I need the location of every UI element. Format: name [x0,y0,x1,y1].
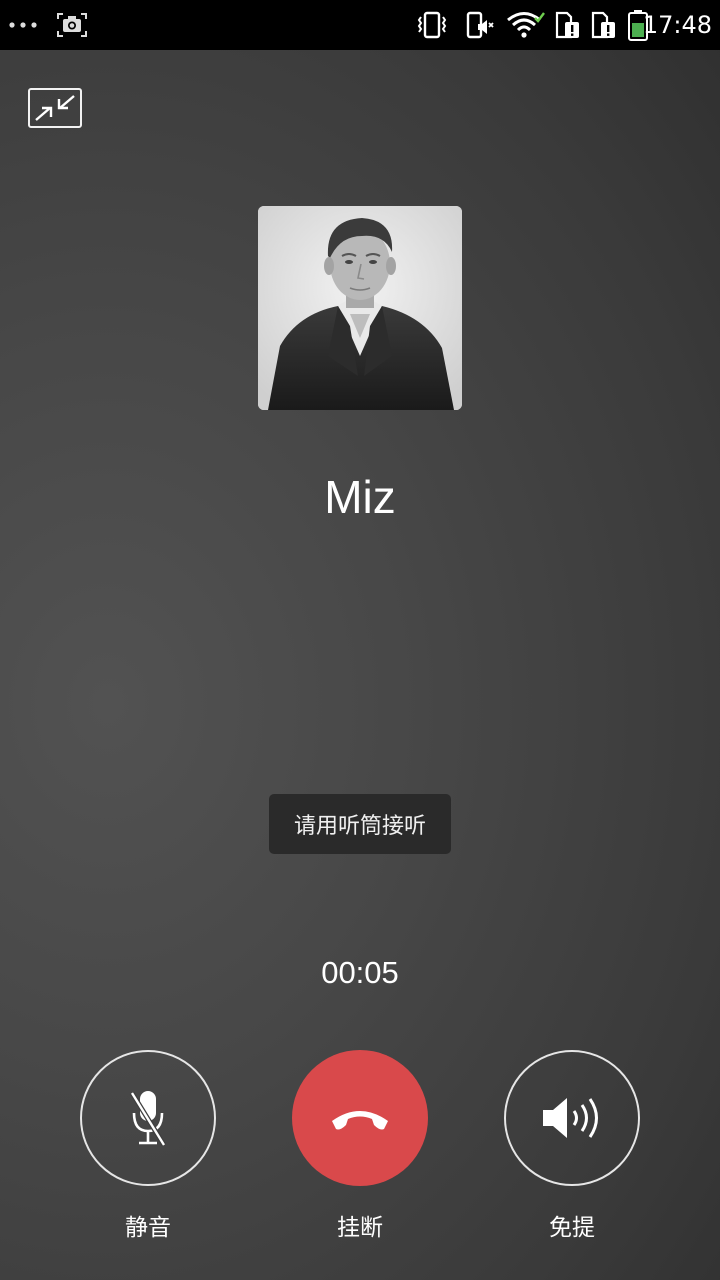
minimize-call-button[interactable] [28,88,82,128]
sim1-alert-icon [554,0,582,50]
sim2-alert-icon [590,0,618,50]
more-dots-icon [8,0,40,50]
wifi-icon [506,0,546,50]
minimize-arrows-icon [35,95,75,121]
clock-time: 17:48 [642,11,712,39]
microphone-off-icon [129,1091,167,1147]
phone-mute-icon [465,0,495,50]
speakerphone-button[interactable] [504,1050,640,1186]
mute-button[interactable] [80,1050,216,1186]
hangup-label: 挂断 [337,1215,383,1241]
status-bar: 17:48 [0,0,720,50]
speaker-icon [543,1098,598,1138]
mute-label: 静音 [125,1215,171,1241]
hangup-button[interactable] [292,1050,428,1186]
screenshot-camera-icon [56,0,88,50]
earpiece-hint-toast: 请用听筒接听 [269,794,451,854]
contact-avatar [258,206,462,410]
call-duration: 00:05 [321,955,399,990]
speakerphone-label: 免提 [549,1215,595,1241]
contact-name: Miz [324,471,396,523]
hangup-phone-icon [332,1111,388,1130]
vibrate-icon [416,0,448,50]
